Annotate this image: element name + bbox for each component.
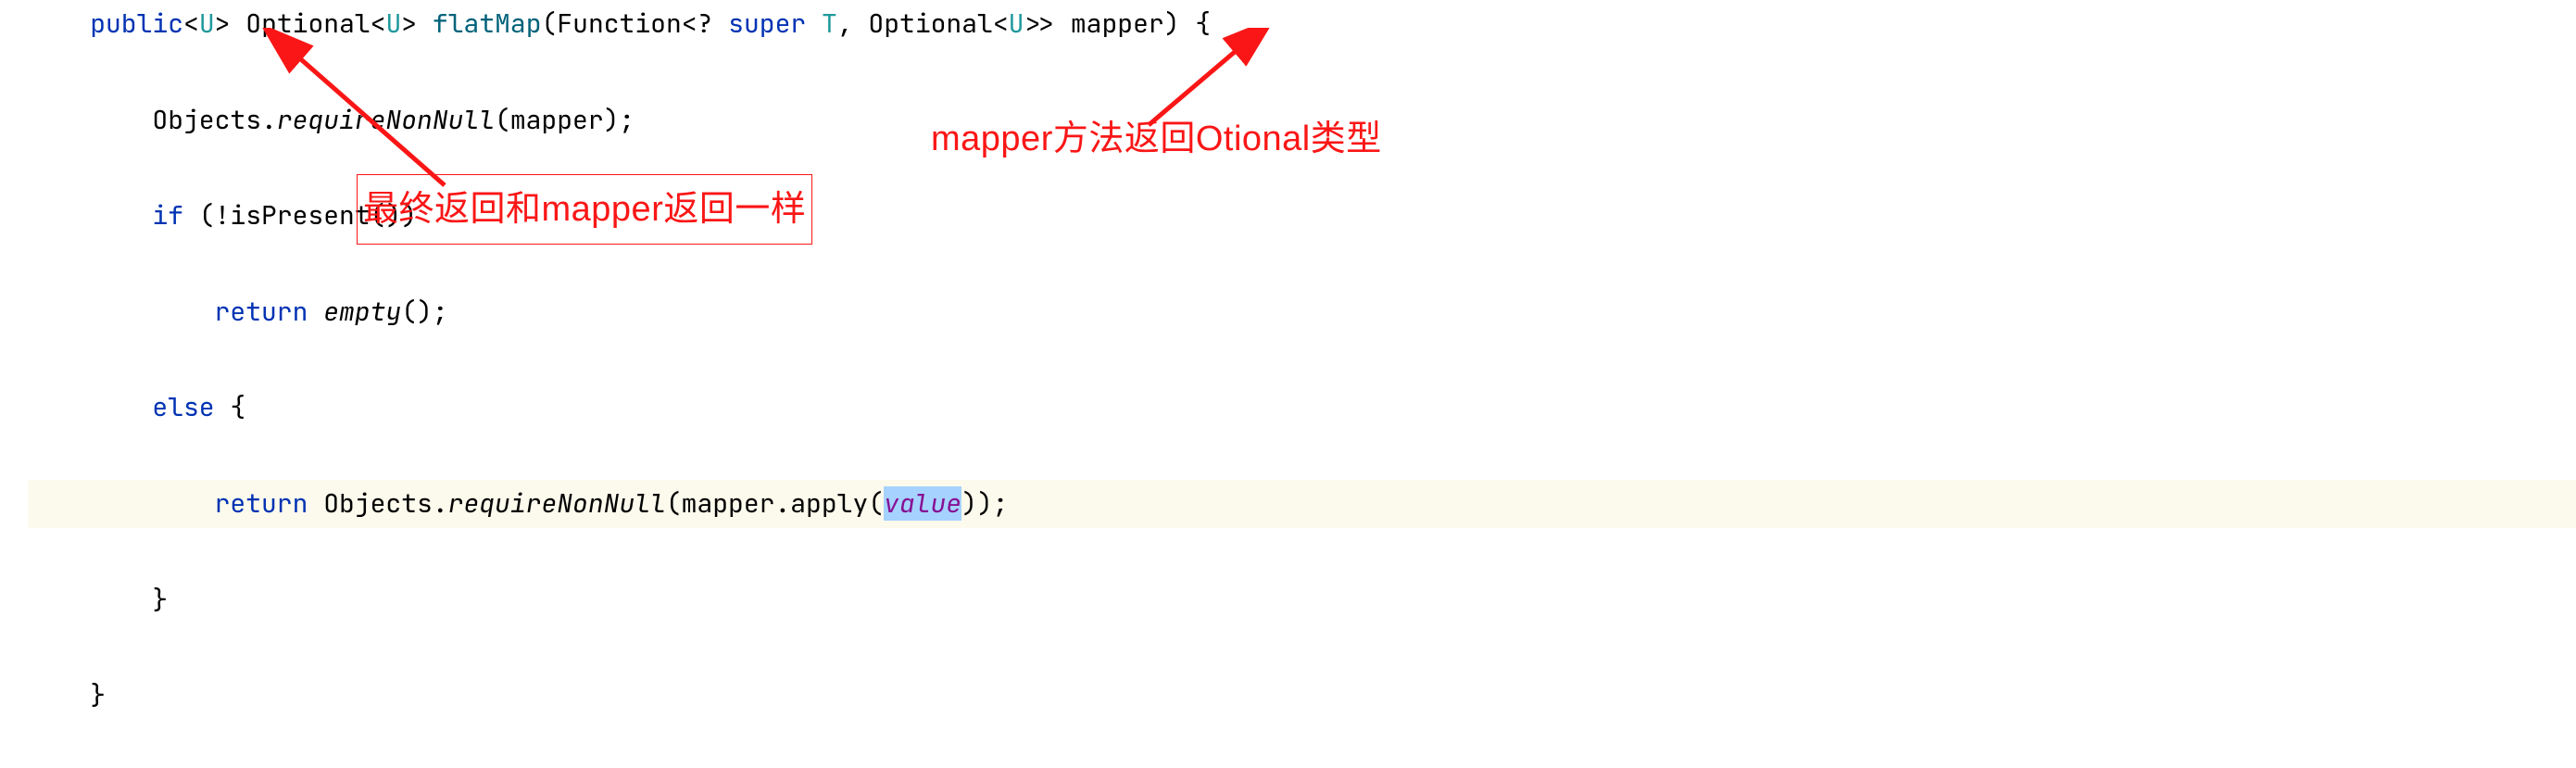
annotation-return-type: 最终返回和mapper返回一样 bbox=[357, 174, 812, 245]
code-line-5: else { bbox=[28, 384, 2576, 432]
type-function: Function bbox=[557, 6, 681, 41]
method-requirenonnull: requireNonNull bbox=[448, 486, 666, 521]
keyword-public: public bbox=[90, 6, 183, 41]
variable-value-selected[interactable]: value bbox=[884, 486, 961, 521]
type-param-u: U bbox=[199, 6, 215, 41]
type-param-t: T bbox=[822, 6, 837, 41]
keyword-if: if bbox=[152, 198, 183, 233]
method-requirenonnull: requireNonNull bbox=[277, 103, 495, 137]
keyword-return: return bbox=[215, 295, 308, 329]
keyword-else: else bbox=[152, 390, 214, 424]
param-mapper: mapper bbox=[1071, 6, 1164, 41]
type-param-u: U bbox=[385, 6, 401, 41]
method-empty: empty bbox=[323, 295, 401, 329]
type-optional: Optional bbox=[245, 6, 370, 41]
type-param-u: U bbox=[1009, 6, 1024, 41]
type-optional: Optional bbox=[868, 6, 992, 41]
code-line-6-highlighted: return Objects.requireNonNull(mapper.app… bbox=[28, 480, 2576, 528]
code-line-7: } bbox=[28, 576, 2576, 624]
annotation-mapper-return: mapper方法返回Otional类型 bbox=[931, 107, 1382, 171]
code-line-8: } bbox=[28, 672, 2576, 720]
code-line-1: public<U> Optional<U> flatMap(Function<?… bbox=[28, 0, 2576, 48]
code-line-4: return empty(); bbox=[28, 288, 2576, 336]
keyword-return: return bbox=[215, 486, 308, 521]
method-flatmap: flatMap bbox=[433, 6, 542, 41]
keyword-super: super bbox=[728, 6, 806, 41]
